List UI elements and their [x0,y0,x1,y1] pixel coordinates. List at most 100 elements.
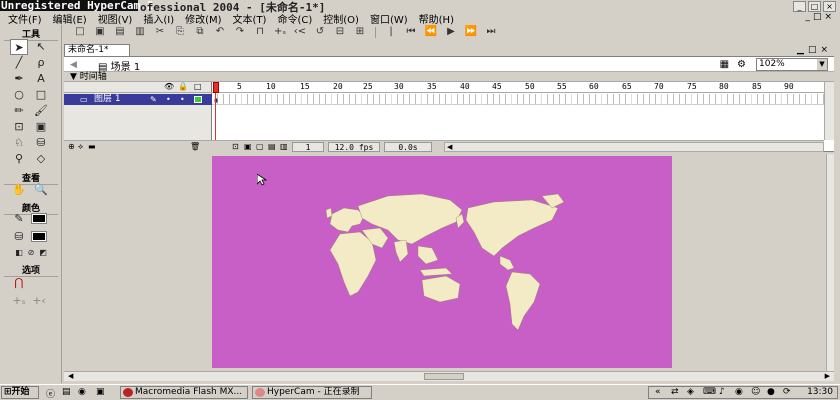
copy-icon[interactable]: ⎘ [172,26,188,38]
clock[interactable]: 13:30 [807,387,833,398]
desktop-icon[interactable]: ▤ [62,387,71,397]
hand-tool-icon[interactable]: ✋ [10,182,28,198]
zoom-tool-icon[interactable]: 🔍 [32,182,50,198]
stroke-color-swatch[interactable] [31,213,47,224]
oval-tool-icon[interactable]: ○ [10,87,28,103]
volume-icon[interactable]: ♪ [719,387,725,398]
scroll-right-arrow-icon[interactable]: ▶ [825,372,830,380]
stop-icon[interactable]: | [383,26,399,38]
taskbar-item-flash[interactable]: Macromedia Flash MX... [120,386,248,399]
default-colors-icon[interactable]: ◩ [34,245,52,261]
menu-help[interactable]: 帮助(H) [419,11,454,26]
pencil-tool-icon[interactable]: ✏ [10,103,28,119]
scene-label[interactable]: ▤ 场景 1 [98,58,140,73]
ime-icon[interactable]: ⌨ [703,387,716,398]
back-arrow-icon[interactable]: ◀ [70,60,77,70]
stage-area[interactable] [64,154,826,372]
pen-tool-icon[interactable]: ✒ [10,71,28,87]
recording-icon[interactable]: ● [767,387,775,398]
scroll-left-arrow-icon[interactable]: ◀ [68,372,73,380]
add-guide-icon[interactable]: ⟡ [78,142,83,152]
collapse-triangle-icon[interactable]: ▼ [70,72,80,82]
playhead-knob[interactable] [213,82,219,93]
arrow-tool-icon[interactable]: ➤ [10,39,28,55]
stage-vertical-scrollbar[interactable] [826,154,834,372]
layer-row[interactable]: ▭ 图层 1 ✎ • • [64,94,212,105]
trash-icon[interactable]: 🗑 [190,142,200,151]
add-layer-icon[interactable]: ⊕ [68,142,75,151]
step-back-icon[interactable]: ⏪ [423,26,439,38]
network-icon[interactable]: ⇄ [671,387,679,398]
layer-color-square[interactable] [194,96,202,103]
tray-arrow-icon[interactable]: « [655,387,661,398]
scroll-left-arrow-icon[interactable]: ◀ [447,143,452,151]
play-icon[interactable]: ▶ [443,26,459,38]
brush-tool-icon[interactable]: 🖌 [32,103,50,119]
antivirus-icon[interactable]: ◉ [735,387,743,398]
timeline-header[interactable]: ▼ 时间轴 [64,72,834,82]
scale-icon[interactable]: ⊟ [332,26,348,38]
menu-control[interactable]: 控制(O) [323,11,359,26]
tab-close-button[interactable]: × [820,45,828,55]
rectangle-tool-icon[interactable]: □ [32,87,50,103]
onion-skin-icon[interactable]: ▣ [244,142,252,151]
edit-symbol-icon[interactable]: ⚙ [737,59,746,70]
menu-edit[interactable]: 编辑(E) [53,11,87,26]
step-forward-icon[interactable]: ⏩ [463,26,479,38]
snap-option-icon[interactable]: ⋂ [10,275,28,291]
free-transform-tool-icon[interactable]: ⊡ [10,119,28,135]
timeline-horizontal-scrollbar[interactable]: ◀ [444,142,824,152]
smooth-option-icon[interactable]: +ₛ [10,293,28,309]
lasso-tool-icon[interactable]: ρ [32,55,50,71]
open-file-icon[interactable]: ▣ [92,26,108,38]
add-folder-icon[interactable]: ▬ [88,142,96,151]
world-map[interactable] [212,156,672,368]
media-icon[interactable]: ◉ [78,387,86,397]
menu-commands[interactable]: 命令(C) [277,11,312,26]
frame-ruler[interactable]: 1 5 10 15 20 25 30 35 40 45 50 55 60 65 … [212,82,824,93]
align-icon[interactable]: ⊞ [352,26,368,38]
document-tab[interactable]: 未命名-1* [64,44,130,56]
go-to-end-icon[interactable]: ⏭ [483,26,499,38]
frame-grid[interactable] [212,94,824,105]
ie-icon[interactable]: ⓔ [46,387,55,400]
onion-outline-icon[interactable]: ▢ [256,142,264,151]
security-icon[interactable]: ◈ [687,387,694,398]
doc-close-button[interactable]: × [824,12,832,22]
text-tool-icon[interactable]: A [32,71,50,87]
menu-modify[interactable]: 修改(M) [185,11,221,26]
lock-icon[interactable]: 🔒 [178,82,188,91]
timeline-vertical-scrollbar[interactable] [824,82,834,140]
menu-view[interactable]: 视图(V) [98,11,133,26]
fill-transform-tool-icon[interactable]: ▣ [32,119,50,135]
eraser-tool-icon[interactable]: ◇ [32,151,50,167]
onion-markers-icon[interactable]: ▥ [280,142,288,151]
print-icon[interactable]: ▥ [132,26,148,38]
menu-text[interactable]: 文本(T) [233,11,267,26]
straighten-icon[interactable]: ‹< [292,26,308,38]
line-tool-icon[interactable]: ╱ [10,55,28,71]
tab-minimize-button[interactable]: ▁ [797,45,804,55]
menu-file[interactable]: 文件(F) [8,11,42,26]
outline-icon[interactable]: □ [194,82,202,91]
zoom-select[interactable]: 102% ▼ [756,58,828,71]
doc-minimize-button[interactable]: _ [805,12,810,22]
straighten-option-icon[interactable]: +‹ [30,293,48,309]
rewind-icon[interactable]: ⏮ [403,26,419,38]
cut-icon[interactable]: ✂ [152,26,168,38]
ink-bottle-tool-icon[interactable]: ♘ [10,135,28,151]
doc-restore-button[interactable]: □ [813,12,822,22]
messenger-icon[interactable]: ☺ [751,387,760,398]
stage-horizontal-scrollbar[interactable]: ◀ ▶ [64,371,834,381]
center-frame-icon[interactable]: ⊡ [232,142,239,151]
stage-canvas[interactable] [212,156,672,368]
taskbar-item-hypercam[interactable]: HyperCam - 正在录制 [252,386,372,399]
snap-magnet-icon[interactable]: ⊓ [252,26,268,38]
edit-multiple-frames-icon[interactable]: ▤ [268,142,276,151]
explorer-icon[interactable]: ▣ [96,387,105,397]
lock-dot[interactable]: • [180,94,185,105]
tab-restore-button[interactable]: □ [808,45,817,55]
new-file-icon[interactable]: □ [72,26,88,38]
smooth-icon[interactable]: +ₛ [272,26,288,38]
fill-color-swatch[interactable] [31,231,47,242]
